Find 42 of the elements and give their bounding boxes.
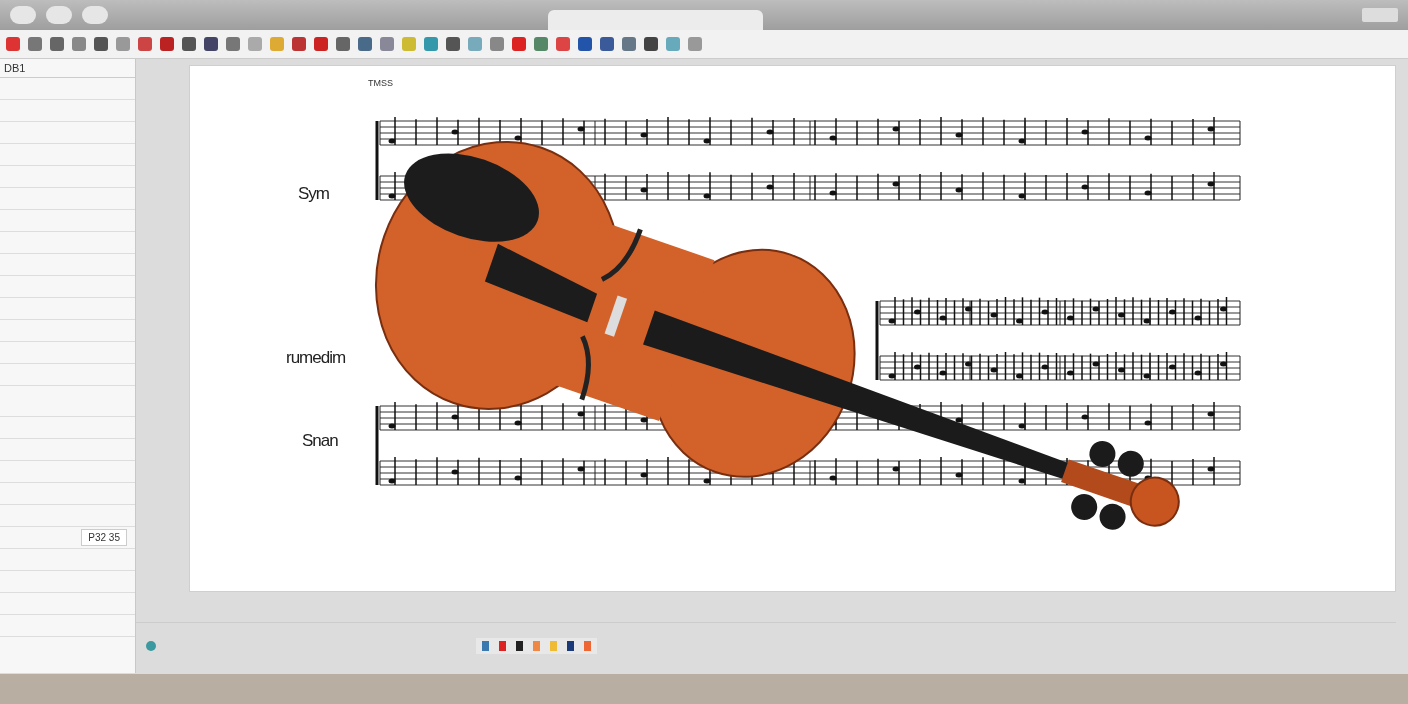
toolbar-icon[interactable] [424,37,438,51]
toolbar-icon[interactable] [358,37,372,51]
toolbar-icon[interactable] [446,37,460,51]
window-control[interactable] [46,6,72,24]
window-button[interactable] [1362,8,1398,22]
panel-title: DB1 [0,59,135,78]
toolbar-icon[interactable] [600,37,614,51]
toolbar-icon[interactable] [204,37,218,51]
staff-label: Snan [302,431,338,451]
toolbar-icon[interactable] [490,37,504,51]
toolbar-icon[interactable] [182,37,196,51]
score-heading: TMSS [368,78,393,88]
toolbar-icon[interactable] [556,37,570,51]
toolbar-icon[interactable] [72,37,86,51]
toolbar-icon[interactable] [50,37,64,51]
toolbar-icon[interactable] [578,37,592,51]
toolbar-icon[interactable] [468,37,482,51]
value-cell: P32 35 [81,529,127,546]
document-tab[interactable] [548,10,763,30]
toolbar-icon[interactable] [226,37,240,51]
toolbar-icon[interactable] [644,37,658,51]
toolbar-icon[interactable] [292,37,306,51]
toolbar-icon[interactable] [666,37,680,51]
toolbar-icon[interactable] [248,37,262,51]
toolbar-icon[interactable] [688,37,702,51]
toolbar-icon[interactable] [270,37,284,51]
toolbar-icon[interactable] [160,37,174,51]
staff-label: rumedim [286,348,346,368]
toolbar-icon[interactable] [314,37,328,51]
toolbar-icon[interactable] [380,37,394,51]
toolbar-icon[interactable] [138,37,152,51]
toolbar-icon[interactable] [94,37,108,51]
staff-label: Sym [298,184,329,204]
toolbar-icon[interactable] [512,37,526,51]
toolbar-icon[interactable] [28,37,42,51]
toolbar-icon[interactable] [336,37,350,51]
toolbar-icon[interactable] [534,37,548,51]
toolbar-icon[interactable] [6,37,20,51]
window-control[interactable] [82,6,108,24]
toolbar-icon[interactable] [622,37,636,51]
toolbar-icon[interactable] [116,37,130,51]
window-control[interactable] [10,6,36,24]
